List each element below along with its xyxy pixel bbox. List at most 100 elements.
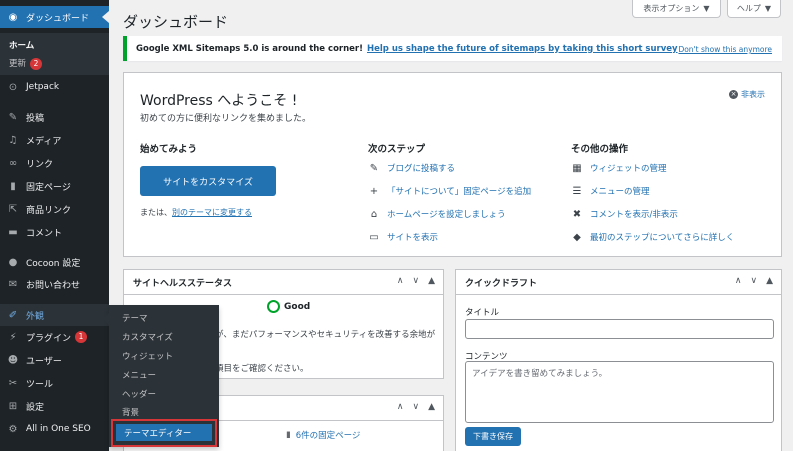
toggle-panel-icon[interactable]: ▲ (766, 276, 773, 286)
add-about-page-link[interactable]: + 「サイトについて」固定ページを追加 (368, 185, 532, 198)
health-message-line1: が、まだパフォーマンスやセキュリティを改善する余地が (215, 330, 436, 340)
aioseo-icon: ⚙ (8, 423, 18, 435)
sidebar-item-contact[interactable]: ✉ お問い合わせ (0, 273, 109, 295)
widget-controls: ∧ ∨ ▲ (397, 402, 435, 412)
dismiss-notice-link[interactable]: Don't show this anymore (678, 45, 772, 54)
link-icon: ∞ (8, 157, 18, 169)
flyout-item-themes[interactable]: テーマ (122, 312, 148, 324)
sidebar-sub-home[interactable]: ホーム (9, 39, 34, 51)
draft-title-input[interactable] (465, 319, 774, 339)
change-theme-link[interactable]: 別のテーマに変更する (172, 208, 252, 217)
customize-site-button[interactable]: サイトをカスタマイズ (140, 166, 276, 196)
caret-down-icon: ▼ (703, 4, 710, 13)
widgets-icon: ▦ (572, 162, 582, 174)
sidebar-item-posts[interactable]: ✎ 投稿 (0, 106, 109, 128)
move-up-icon[interactable]: ∧ (397, 402, 404, 412)
updates-count-badge: 2 (30, 58, 43, 70)
status-ring-icon (267, 300, 280, 313)
move-down-icon[interactable]: ∨ (750, 276, 757, 286)
sidebar-item-appearance[interactable]: ✐ 外観 (0, 304, 109, 326)
sidebar-item-users[interactable]: ☻ ユーザー (0, 349, 109, 371)
draft-title-label: タイトル (465, 308, 500, 318)
help-button[interactable]: ヘルプ ▼ (727, 0, 781, 18)
welcome-panel: WordPress へようこそ ! 初めての方に便利なリンクを集めました。 × … (123, 72, 782, 257)
sidebar-item-label: ツール (26, 379, 54, 390)
comment-x-icon: ✖ (572, 208, 582, 220)
hide-welcome-button[interactable]: × 非表示 (729, 89, 765, 100)
highlight-box: テーマエディター (111, 419, 217, 447)
wrench-icon: ✂ (8, 377, 18, 389)
view-site-link[interactable]: ▭ サイトを表示 (368, 231, 439, 244)
plus-icon: + (369, 185, 379, 197)
move-up-icon[interactable]: ∧ (397, 276, 404, 286)
move-down-icon[interactable]: ∨ (412, 276, 419, 286)
quick-draft-widget: クイックドラフト ∧ ∨ ▲ タイトル コンテンツ アイデアを書き留めてみましょ… (455, 269, 782, 451)
home-icon: ⌂ (370, 208, 378, 220)
survey-link[interactable]: Help us shape the future of sitemaps by … (367, 44, 678, 54)
link-label: ウィジェットの管理 (590, 164, 667, 174)
sidebar-item-comments[interactable]: ▬ コメント (0, 221, 109, 243)
admin-sidebar: ◉ ダッシュボード ホーム 更新 2 ⊙ Jetpack ✎ 投稿 ♫ メディア … (0, 0, 109, 451)
site-health-header: サイトヘルスステータス ∧ ∨ ▲ (124, 270, 443, 295)
link-label: 「サイトについて」固定ページを追加 (387, 187, 532, 197)
toggle-panel-icon[interactable]: ▲ (428, 276, 435, 286)
flyout-item-background[interactable]: 背景 (122, 406, 139, 418)
flyout-item-customize[interactable]: カスタマイズ (122, 331, 173, 343)
flyout-item-widgets[interactable]: ウィジェット (122, 350, 173, 362)
learn-more-link[interactable]: ◆ 最初のステップについてさらに詳しく (571, 231, 734, 244)
sidebar-item-label: コメント (26, 228, 63, 239)
sidebar-item-product-links[interactable]: ⇱ 商品リンク (0, 198, 109, 220)
manage-widgets-link[interactable]: ▦ ウィジェットの管理 (571, 162, 667, 175)
sidebar-item-tools[interactable]: ✂ ツール (0, 372, 109, 394)
draft-content-textarea[interactable]: アイデアを書き留めてみましょう。 (465, 361, 774, 423)
save-draft-button[interactable]: 下書き保存 (465, 427, 521, 446)
brush-icon: ✐ (8, 309, 18, 321)
link-label: ホームページを設定しましょう (387, 210, 506, 220)
sidebar-item-pages[interactable]: ▮ 固定ページ (0, 175, 109, 197)
toggle-comments-link[interactable]: ✖ コメントを表示/非表示 (571, 208, 678, 221)
help-label: ヘルプ (736, 4, 761, 13)
quick-draft-header: クイックドラフト ∧ ∨ ▲ (456, 270, 781, 295)
flyout-item-menus[interactable]: メニュー (122, 369, 156, 381)
plugin-icon: ⚡ (9, 331, 17, 343)
more-actions-heading: その他の操作 (571, 144, 629, 155)
flyout-pointer (103, 313, 109, 325)
sidebar-item-label: 商品リンク (26, 205, 72, 216)
settings-icon: ⊞ (8, 400, 18, 412)
move-down-icon[interactable]: ∨ (412, 402, 419, 412)
notice-text: Google XML Sitemaps 5.0 is around the co… (136, 43, 363, 54)
hide-label: 非表示 (741, 90, 765, 99)
flyout-item-theme-editor[interactable]: テーマエディター (116, 424, 212, 441)
set-homepage-link[interactable]: ⌂ ホームページを設定しましょう (368, 208, 506, 221)
sitemaps-notice: Google XML Sitemaps 5.0 is around the co… (123, 36, 782, 61)
widget-title: サイトヘルスステータス (133, 278, 233, 289)
flyout-item-header[interactable]: ヘッダー (122, 388, 156, 400)
sidebar-item-cocoon[interactable]: ● Cocoon 設定 (0, 251, 109, 273)
write-post-link[interactable]: ✎ ブログに投稿する (368, 162, 455, 175)
widget-controls: ∧ ∨ ▲ (735, 276, 773, 286)
sidebar-item-plugins[interactable]: ⚡ プラグイン 1 (0, 326, 109, 348)
sidebar-sub-updates[interactable]: 更新 2 (9, 57, 43, 70)
toggle-panel-icon[interactable]: ▲ (428, 402, 435, 412)
link-label: サイトを表示 (387, 233, 439, 243)
move-up-icon[interactable]: ∧ (735, 276, 742, 286)
sidebar-item-aioseo[interactable]: ⚙ All in One SEO (0, 418, 109, 440)
edit-icon: ✎ (369, 162, 379, 174)
sidebar-item-settings[interactable]: ⊞ 設定 (0, 395, 109, 417)
screen-options-button[interactable]: 表示オプション ▼ (632, 0, 721, 18)
sidebar-item-dashboard[interactable]: ◉ ダッシュボード (0, 6, 109, 28)
caret-down-icon: ▼ (764, 4, 772, 13)
welcome-lead: 初めての方に便利なリンクを集めました。 (140, 114, 312, 124)
sidebar-item-label: 外観 (26, 311, 45, 322)
close-icon: × (729, 90, 738, 99)
plugins-count-badge: 1 (75, 331, 88, 343)
manage-menus-link[interactable]: ☰ メニューの管理 (571, 185, 650, 198)
sidebar-item-media[interactable]: ♫ メディア (0, 129, 109, 151)
page-icon: ▮ (286, 430, 291, 440)
flyout-item-label: テーマエディター (124, 428, 192, 439)
sidebar-item-links[interactable]: ∞ リンク (0, 152, 109, 174)
pages-count-link[interactable]: ▮ 6件の固定ページ (286, 429, 360, 441)
comment-icon: ▬ (8, 226, 18, 238)
media-icon: ♫ (8, 134, 18, 146)
sidebar-item-jetpack[interactable]: ⊙ Jetpack (0, 76, 109, 98)
